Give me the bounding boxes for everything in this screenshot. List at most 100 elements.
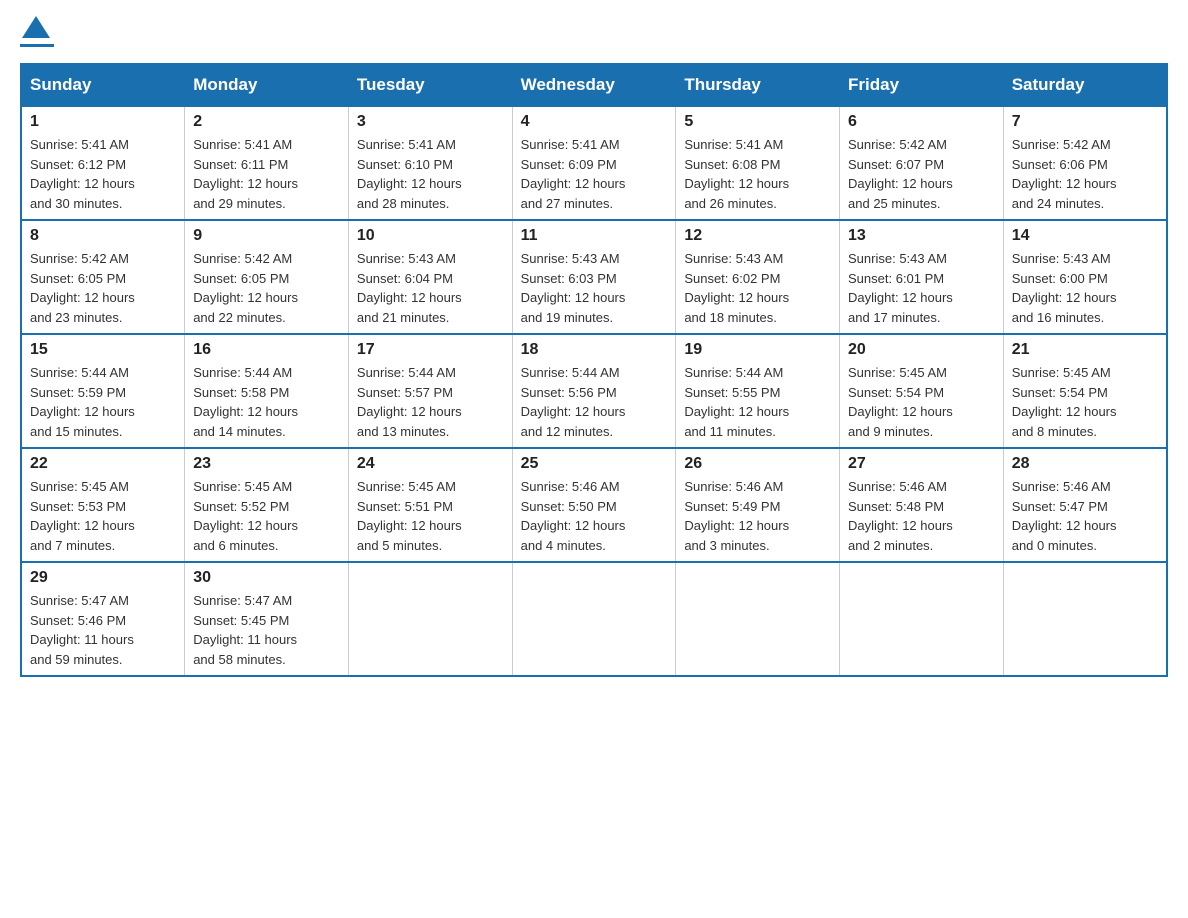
day-info: Sunrise: 5:45 AMSunset: 5:52 PMDaylight:…: [193, 477, 340, 555]
day-number: 10: [357, 227, 504, 245]
day-info: Sunrise: 5:47 AMSunset: 5:45 PMDaylight:…: [193, 591, 340, 669]
calendar-day-cell: 23 Sunrise: 5:45 AMSunset: 5:52 PMDayligh…: [185, 448, 349, 562]
day-of-week-header: Wednesday: [512, 64, 676, 106]
day-info: Sunrise: 5:42 AMSunset: 6:07 PMDaylight:…: [848, 135, 995, 213]
day-number: 15: [30, 341, 176, 359]
day-info: Sunrise: 5:44 AMSunset: 5:56 PMDaylight:…: [521, 363, 668, 441]
day-info: Sunrise: 5:43 AMSunset: 6:04 PMDaylight:…: [357, 249, 504, 327]
day-info: Sunrise: 5:42 AMSunset: 6:05 PMDaylight:…: [30, 249, 176, 327]
calendar-day-cell: 12 Sunrise: 5:43 AMSunset: 6:02 PMDayligh…: [676, 220, 840, 334]
calendar-day-cell: 14 Sunrise: 5:43 AMSunset: 6:00 PMDayligh…: [1003, 220, 1167, 334]
day-info: Sunrise: 5:41 AMSunset: 6:08 PMDaylight:…: [684, 135, 831, 213]
day-of-week-header: Sunday: [21, 64, 185, 106]
day-number: 14: [1012, 227, 1158, 245]
calendar-day-cell: 11 Sunrise: 5:43 AMSunset: 6:03 PMDayligh…: [512, 220, 676, 334]
day-of-week-header: Monday: [185, 64, 349, 106]
calendar-week-row: 8 Sunrise: 5:42 AMSunset: 6:05 PMDaylight…: [21, 220, 1167, 334]
day-number: 20: [848, 341, 995, 359]
day-number: 26: [684, 455, 831, 473]
logo-underline: [20, 44, 54, 47]
calendar-day-cell: [676, 562, 840, 676]
day-info: Sunrise: 5:42 AMSunset: 6:05 PMDaylight:…: [193, 249, 340, 327]
calendar-day-cell: 29Sunrise: 5:47 AMSunset: 5:46 PMDayligh…: [21, 562, 185, 676]
day-number: 17: [357, 341, 504, 359]
calendar-week-row: 22 Sunrise: 5:45 AMSunset: 5:53 PMDayligh…: [21, 448, 1167, 562]
calendar-day-cell: 4 Sunrise: 5:41 AMSunset: 6:09 PMDaylight…: [512, 106, 676, 220]
day-number: 11: [521, 227, 668, 245]
day-number: 13: [848, 227, 995, 245]
day-number: 16: [193, 341, 340, 359]
day-number: 12: [684, 227, 831, 245]
day-of-week-header: Tuesday: [348, 64, 512, 106]
calendar-day-cell: [512, 562, 676, 676]
day-number: 25: [521, 455, 668, 473]
calendar-day-cell: 9Sunrise: 5:42 AMSunset: 6:05 PMDaylight…: [185, 220, 349, 334]
day-info: Sunrise: 5:46 AMSunset: 5:49 PMDaylight:…: [684, 477, 831, 555]
logo-flag-icon: [22, 16, 50, 38]
day-number: 30: [193, 569, 340, 587]
day-number: 21: [1012, 341, 1158, 359]
calendar-day-cell: 3 Sunrise: 5:41 AMSunset: 6:10 PMDaylight…: [348, 106, 512, 220]
day-info: Sunrise: 5:41 AMSunset: 6:10 PMDaylight:…: [357, 135, 504, 213]
logo: [20, 20, 54, 47]
calendar-day-cell: 8 Sunrise: 5:42 AMSunset: 6:05 PMDaylight…: [21, 220, 185, 334]
day-info: Sunrise: 5:44 AMSunset: 5:58 PMDaylight:…: [193, 363, 340, 441]
day-number: 19: [684, 341, 831, 359]
day-number: 22: [30, 455, 176, 473]
day-of-week-header: Friday: [840, 64, 1004, 106]
day-info: Sunrise: 5:41 AMSunset: 6:09 PMDaylight:…: [521, 135, 668, 213]
day-info: Sunrise: 5:41 AMSunset: 6:12 PMDaylight:…: [30, 135, 176, 213]
day-info: Sunrise: 5:44 AMSunset: 5:55 PMDaylight:…: [684, 363, 831, 441]
calendar-day-cell: 13Sunrise: 5:43 AMSunset: 6:01 PMDayligh…: [840, 220, 1004, 334]
calendar-day-cell: 25Sunrise: 5:46 AMSunset: 5:50 PMDayligh…: [512, 448, 676, 562]
day-info: Sunrise: 5:41 AMSunset: 6:11 PMDaylight:…: [193, 135, 340, 213]
day-info: Sunrise: 5:46 AMSunset: 5:47 PMDaylight:…: [1012, 477, 1158, 555]
day-number: 18: [521, 341, 668, 359]
day-of-week-header: Saturday: [1003, 64, 1167, 106]
calendar-day-cell: 22 Sunrise: 5:45 AMSunset: 5:53 PMDayligh…: [21, 448, 185, 562]
day-number: 3: [357, 113, 504, 131]
day-number: 5: [684, 113, 831, 131]
day-number: 4: [521, 113, 668, 131]
day-number: 24: [357, 455, 504, 473]
day-info: Sunrise: 5:45 AMSunset: 5:53 PMDaylight:…: [30, 477, 176, 555]
calendar-day-cell: 18 Sunrise: 5:44 AMSunset: 5:56 PMDayligh…: [512, 334, 676, 448]
day-number: 7: [1012, 113, 1158, 131]
day-info: Sunrise: 5:43 AMSunset: 6:03 PMDaylight:…: [521, 249, 668, 327]
calendar-day-cell: 27 Sunrise: 5:46 AMSunset: 5:48 PMDayligh…: [840, 448, 1004, 562]
day-number: 23: [193, 455, 340, 473]
day-number: 29: [30, 569, 176, 587]
page-header: [20, 20, 1168, 47]
logo-text: [20, 20, 54, 42]
calendar-header-row: SundayMondayTuesdayWednesdayThursdayFrid…: [21, 64, 1167, 106]
calendar-day-cell: 1 Sunrise: 5:41 AMSunset: 6:12 PMDaylight…: [21, 106, 185, 220]
day-number: 1: [30, 113, 176, 131]
calendar-day-cell: 28Sunrise: 5:46 AMSunset: 5:47 PMDayligh…: [1003, 448, 1167, 562]
day-number: 6: [848, 113, 995, 131]
calendar-day-cell: 19 Sunrise: 5:44 AMSunset: 5:55 PMDayligh…: [676, 334, 840, 448]
calendar-day-cell: 24Sunrise: 5:45 AMSunset: 5:51 PMDayligh…: [348, 448, 512, 562]
calendar-day-cell: [348, 562, 512, 676]
day-info: Sunrise: 5:46 AMSunset: 5:48 PMDaylight:…: [848, 477, 995, 555]
day-info: Sunrise: 5:43 AMSunset: 6:02 PMDaylight:…: [684, 249, 831, 327]
day-info: Sunrise: 5:42 AMSunset: 6:06 PMDaylight:…: [1012, 135, 1158, 213]
day-number: 8: [30, 227, 176, 245]
calendar-day-cell: 2Sunrise: 5:41 AMSunset: 6:11 PMDaylight…: [185, 106, 349, 220]
calendar-day-cell: 16 Sunrise: 5:44 AMSunset: 5:58 PMDayligh…: [185, 334, 349, 448]
calendar-week-row: 1 Sunrise: 5:41 AMSunset: 6:12 PMDaylight…: [21, 106, 1167, 220]
day-of-week-header: Thursday: [676, 64, 840, 106]
calendar-day-cell: 6 Sunrise: 5:42 AMSunset: 6:07 PMDaylight…: [840, 106, 1004, 220]
calendar-day-cell: 26 Sunrise: 5:46 AMSunset: 5:49 PMDayligh…: [676, 448, 840, 562]
day-info: Sunrise: 5:45 AMSunset: 5:54 PMDaylight:…: [848, 363, 995, 441]
calendar-day-cell: [1003, 562, 1167, 676]
calendar-day-cell: 17 Sunrise: 5:44 AMSunset: 5:57 PMDayligh…: [348, 334, 512, 448]
day-info: Sunrise: 5:44 AMSunset: 5:59 PMDaylight:…: [30, 363, 176, 441]
calendar-day-cell: [840, 562, 1004, 676]
day-info: Sunrise: 5:43 AMSunset: 6:00 PMDaylight:…: [1012, 249, 1158, 327]
calendar-week-row: 29Sunrise: 5:47 AMSunset: 5:46 PMDayligh…: [21, 562, 1167, 676]
day-number: 27: [848, 455, 995, 473]
calendar-day-cell: 30 Sunrise: 5:47 AMSunset: 5:45 PMDayligh…: [185, 562, 349, 676]
calendar-week-row: 15 Sunrise: 5:44 AMSunset: 5:59 PMDayligh…: [21, 334, 1167, 448]
day-info: Sunrise: 5:44 AMSunset: 5:57 PMDaylight:…: [357, 363, 504, 441]
calendar-day-cell: 20 Sunrise: 5:45 AMSunset: 5:54 PMDayligh…: [840, 334, 1004, 448]
